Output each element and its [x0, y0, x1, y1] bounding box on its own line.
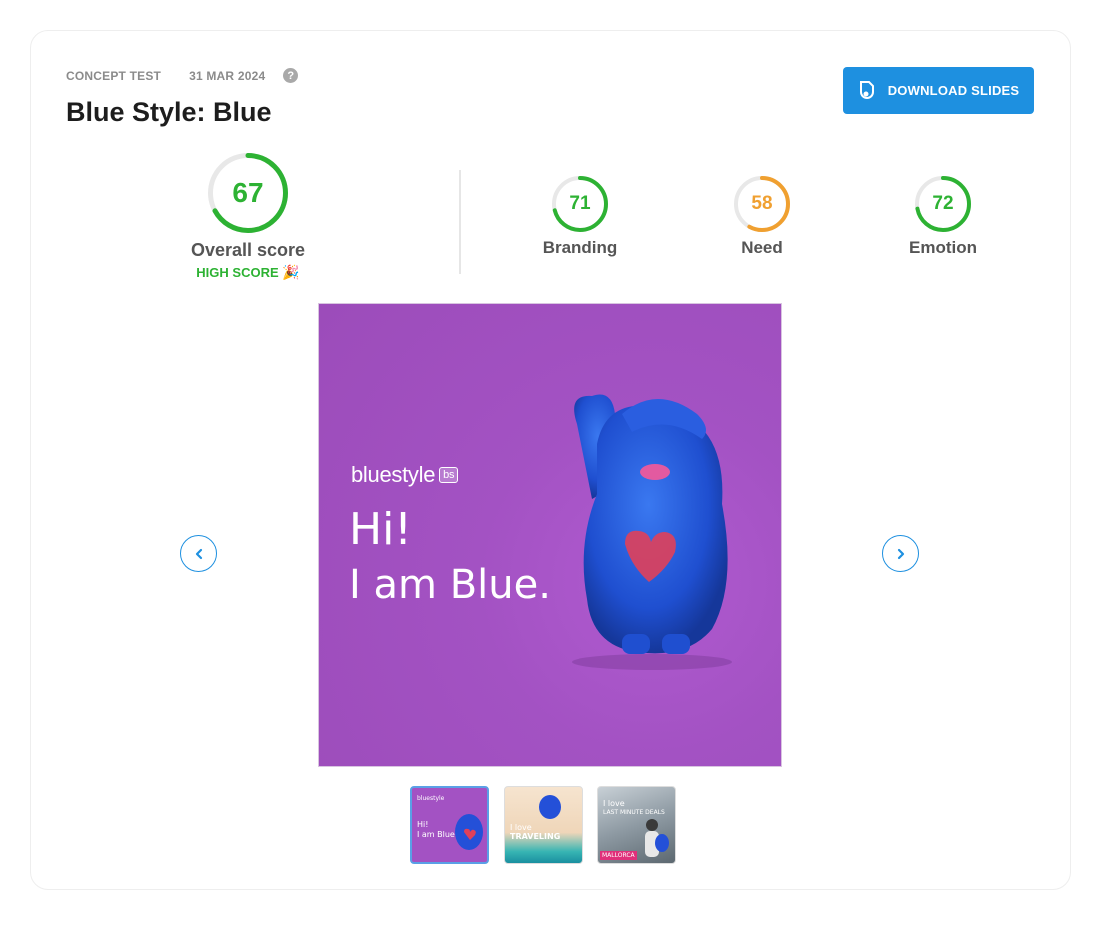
slide-headline-2: I am Blue.: [349, 562, 551, 608]
high-score-badge: HIGH SCORE 🎉: [168, 264, 328, 281]
need-score-label: Need: [741, 238, 783, 257]
score-divider: [459, 170, 461, 274]
thumb-1-brand: bluestyle: [417, 795, 445, 802]
thumb-2-line-2: TRAVELING: [510, 832, 561, 841]
bluestyle-logo: bluestyle bs: [351, 462, 459, 488]
slide-preview: bluestyle bs Hi! I am Blue.: [318, 303, 782, 767]
need-score-gauge: 58: [734, 176, 790, 232]
download-slides-button[interactable]: DOWNLOAD SLIDES: [843, 67, 1034, 114]
help-icon[interactable]: ?: [283, 68, 299, 83]
previous-slide-button[interactable]: [180, 535, 217, 572]
slide-thumbnail-3[interactable]: I love LAST MINUTE DEALS MALLORCA: [597, 786, 676, 864]
download-slides-label: DOWNLOAD SLIDES: [887, 83, 1020, 98]
thumb-3-line-1: I love: [603, 799, 625, 808]
brand-badge: bs: [439, 467, 459, 483]
thumb-3-line-2: LAST MINUTE DEALS: [603, 809, 665, 816]
slide-thumbnail-2[interactable]: I love TRAVELING: [504, 786, 583, 864]
thumb-2-line-1: I love: [510, 823, 532, 832]
download-icon: [859, 80, 874, 99]
slide-thumbnail-1[interactable]: bluestyle Hi! I am Blue.: [410, 786, 489, 864]
emotion-score-value: 72: [932, 193, 954, 214]
overall-score-label: Overall score: [190, 240, 306, 260]
high-score-text: HIGH SCORE: [196, 265, 279, 280]
thumb-1-mascot-image: [455, 814, 483, 850]
category-label: CONCEPT TEST: [66, 68, 162, 83]
overall-score-gauge: 67: [208, 153, 288, 233]
branding-score-label: Branding: [542, 238, 618, 257]
slide-headline-1: Hi!: [349, 504, 412, 555]
blue-mascot-image: [572, 394, 732, 670]
overall-score-value: 67: [232, 177, 264, 208]
page-title: Blue Style: Blue: [66, 97, 272, 127]
emotion-score-label: Emotion: [909, 238, 977, 257]
brand-name: bluestyle: [351, 462, 436, 487]
thumb-3-line-3: MALLORCA: [600, 851, 637, 860]
chevron-left-icon: [195, 548, 202, 559]
thumb-3-person-image: [645, 819, 669, 857]
thumb-1-line-1: Hi!: [417, 820, 429, 829]
meta-row: CONCEPT TEST 31 MAR 2024 ?: [66, 68, 299, 83]
thumb-2-mascot-image: [539, 795, 561, 819]
next-slide-button[interactable]: [882, 535, 919, 572]
emotion-score-gauge: 72: [915, 176, 971, 232]
chevron-right-icon: [897, 548, 904, 559]
branding-score-value: 71: [569, 193, 591, 214]
party-icon: 🎉: [282, 264, 300, 280]
date-label: 31 MAR 2024: [189, 68, 266, 83]
need-score-value: 58: [751, 193, 773, 214]
branding-score-gauge: 71: [552, 176, 608, 232]
